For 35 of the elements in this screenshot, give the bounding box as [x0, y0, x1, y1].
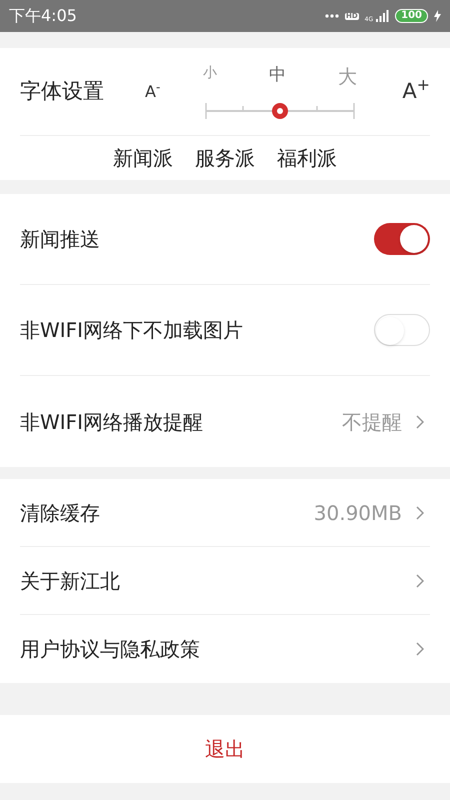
settings-row[interactable]: 新闻推送 [20, 194, 430, 285]
battery-indicator: 100 [395, 9, 428, 23]
logout-button[interactable]: 退出 [205, 734, 245, 764]
settings-row[interactable]: 用户协议与隐私政策 [20, 615, 430, 683]
settings-row[interactable]: 关于新江北 [20, 547, 430, 615]
setting-value: 不提醒 [342, 408, 402, 436]
setting-label: 用户协议与隐私政策 [20, 636, 200, 663]
toggle-switch[interactable] [374, 314, 430, 346]
setting-label: 清除缓存 [20, 500, 100, 526]
chevron-icon [416, 574, 424, 588]
settings-row[interactable]: 非WIFI网络播放提醒 不提醒 [20, 376, 430, 467]
status-time: 下午4:05 [9, 5, 77, 27]
setting-label: 非WIFI网络下不加载图片 [20, 317, 244, 344]
font-size-label[interactable]: 中 [269, 62, 286, 92]
font-settings-label: 字体设置 [20, 78, 105, 105]
decrease-font-button[interactable]: A$^{-}$ [145, 80, 195, 104]
setting-label: 非WIFI网络播放提醒 [20, 408, 204, 436]
slider-thumb[interactable] [272, 102, 288, 118]
signal-icon [375, 10, 390, 22]
setting-label: 新闻推送 [20, 226, 100, 253]
setting-label: 关于新江北 [20, 568, 120, 594]
settings-row[interactable]: 非WIFI网络下不加载图片 [20, 285, 430, 376]
chevron-icon [416, 414, 424, 428]
style-option[interactable]: 服务派 [195, 143, 255, 173]
style-option[interactable]: 新闻派 [113, 143, 173, 173]
font-size-slider[interactable] [205, 100, 355, 120]
settings-row[interactable]: 清除缓存 30.90MB [20, 479, 430, 547]
style-option[interactable]: 福利派 [277, 143, 337, 173]
chevron-icon [416, 506, 424, 520]
increase-font-button[interactable]: A$^{+}$ [402, 76, 430, 108]
toggle-switch[interactable] [374, 223, 430, 255]
charging-icon [434, 10, 441, 22]
chevron-icon [416, 642, 424, 656]
more-icon [324, 14, 339, 18]
setting-value: 30.90MB [314, 500, 402, 526]
